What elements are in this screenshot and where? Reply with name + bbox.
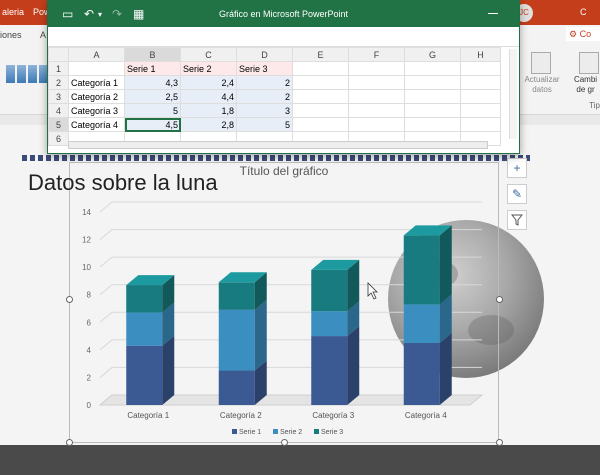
cell[interactable]: 2 [236,89,293,104]
column-header-row: A B C D E F G H [48,47,501,62]
column-header[interactable]: B [124,47,181,62]
chart-elements-button[interactable]: + [507,158,527,178]
cell[interactable] [404,75,461,90]
column-header[interactable]: G [404,47,461,62]
cell[interactable]: Categoría 2 [68,89,125,104]
cell[interactable] [404,103,461,118]
row-header[interactable]: 5 [48,117,69,132]
slide-title[interactable]: Datos sobre la luna [28,170,218,196]
cell[interactable] [460,103,501,118]
column-header[interactable]: C [180,47,237,62]
cell[interactable] [348,117,405,132]
spreadsheet-grid[interactable]: A B C D E F G H 1 Serie 1 Serie 2 Serie … [48,47,501,146]
cell[interactable]: Categoría 1 [68,75,125,90]
row-header[interactable]: 2 [48,75,69,90]
row-header[interactable]: 4 [48,103,69,118]
excel-title-bar[interactable]: ▭ ↶ ▾ ↷ ▦ Gráfico en Microsoft PowerPoin… [48,1,519,27]
cell[interactable] [460,61,501,76]
excel-window[interactable]: ▭ ↶ ▾ ↷ ▦ Gráfico en Microsoft PowerPoin… [47,0,520,154]
formula-bar[interactable] [48,27,519,47]
row-header[interactable]: 6 [48,131,69,146]
cell[interactable]: Serie 2 [180,61,237,76]
cell[interactable] [404,117,461,132]
cell[interactable] [404,89,461,104]
cell[interactable] [292,61,349,76]
excel-window-title: Gráfico en Microsoft PowerPoint [218,9,349,19]
cell[interactable]: 1,8 [180,103,237,118]
cell[interactable]: 3 [236,103,293,118]
resize-handle[interactable] [66,296,73,303]
cell[interactable]: 5 [124,103,181,118]
resize-handle[interactable] [66,439,73,446]
cell[interactable] [460,89,501,104]
table-row: 5 Categoría 4 4,5 2,8 5 [48,117,501,132]
chart-styles-button[interactable]: ✎ [507,184,527,204]
cell[interactable]: Categoría 4 [68,117,125,132]
table-row: 4 Categoría 3 5 1,8 3 [48,103,501,118]
cell[interactable]: 2,4 [180,75,237,90]
cell[interactable] [292,117,349,132]
chart-selection-frame[interactable] [69,162,499,443]
column-header[interactable]: E [292,47,349,62]
resize-handle[interactable] [496,439,503,446]
cell[interactable]: 2 [236,75,293,90]
column-header[interactable]: D [236,47,293,62]
horizontal-scrollbar[interactable] [68,141,488,149]
column-header[interactable]: F [348,47,405,62]
resize-handle[interactable] [496,296,503,303]
row-header[interactable]: 3 [48,89,69,104]
row-header[interactable]: 1 [48,61,69,76]
cell[interactable] [404,61,461,76]
filter-icon [510,214,524,226]
cell[interactable] [292,103,349,118]
cell[interactable] [348,75,405,90]
cell[interactable] [460,75,501,90]
cell[interactable]: 4,4 [180,89,237,104]
cell[interactable] [348,61,405,76]
cell[interactable] [292,75,349,90]
cell[interactable]: Serie 3 [236,61,293,76]
cell[interactable]: 5 [236,117,293,132]
brush-icon: ✎ [511,187,523,201]
column-header[interactable]: A [68,47,125,62]
cell[interactable] [348,89,405,104]
chart-filters-button[interactable] [507,210,527,230]
table-row: 2 Categoría 1 4,3 2,4 2 [48,75,501,90]
cell[interactable]: Serie 1 [124,61,181,76]
cell[interactable] [348,103,405,118]
cell[interactable] [460,117,501,132]
cell[interactable]: Categoría 3 [68,103,125,118]
cell[interactable] [68,61,125,76]
table-row: 1 Serie 1 Serie 2 Serie 3 [48,61,501,76]
resize-handle[interactable] [281,439,288,446]
vertical-scrollbar[interactable] [509,49,517,139]
active-cell[interactable]: 4,5 [124,117,181,132]
select-all-corner[interactable] [48,47,69,62]
column-header[interactable]: H [460,47,501,62]
plus-icon: + [513,161,521,175]
table-row: 3 Categoría 2 2,5 4,4 2 [48,89,501,104]
minimize-icon[interactable] [486,5,500,21]
cell[interactable]: 2,8 [180,117,237,132]
cell[interactable]: 2,5 [124,89,181,104]
cell[interactable]: 4,3 [124,75,181,90]
cell[interactable] [292,89,349,104]
